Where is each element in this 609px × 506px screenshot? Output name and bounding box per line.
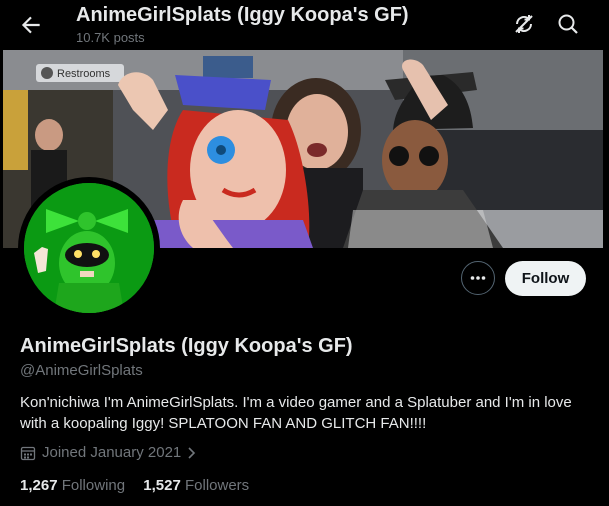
following-link[interactable]: 1,267 Following: [20, 477, 125, 494]
follow-button[interactable]: Follow: [505, 261, 586, 296]
profile-display-name: AnimeGirlSplats (Iggy Koopa's GF): [20, 335, 353, 357]
following-label: Following: [61, 477, 126, 494]
restrooms-sign: Restrooms: [57, 68, 111, 80]
joined-date-row[interactable]: Joined January 2021: [20, 444, 204, 461]
avatar[interactable]: [24, 183, 154, 313]
profile-handle: @AnimeGirlSplats: [20, 362, 143, 379]
follow-stats: 1,267 Following 1,527 Followers: [20, 477, 263, 494]
search-icon[interactable]: [556, 12, 580, 36]
refresh-icon[interactable]: [512, 12, 536, 36]
followers-label: Followers: [184, 477, 250, 494]
followers-count: 1,527: [143, 477, 181, 494]
calendar-icon: [20, 446, 36, 460]
avatar-image: [24, 183, 154, 313]
back-arrow-icon[interactable]: [18, 12, 44, 38]
chevron-right-icon: [188, 446, 196, 459]
more-dots-icon: [470, 276, 486, 280]
following-count: 1,267: [20, 477, 58, 494]
followers-link[interactable]: 1,527 Followers: [143, 477, 249, 494]
more-options-button[interactable]: [461, 261, 495, 295]
header-post-count: 10.7K posts: [76, 30, 145, 45]
profile-bio: Kon'nichiwa I'm AnimeGirlSplats. I'm a v…: [20, 394, 572, 432]
header-title: AnimeGirlSplats (Iggy Koopa's GF): [76, 4, 409, 26]
top-bar: AnimeGirlSplats (Iggy Koopa's GF) 10.7K …: [0, 0, 609, 50]
joined-date: Joined January 2021: [42, 444, 182, 461]
